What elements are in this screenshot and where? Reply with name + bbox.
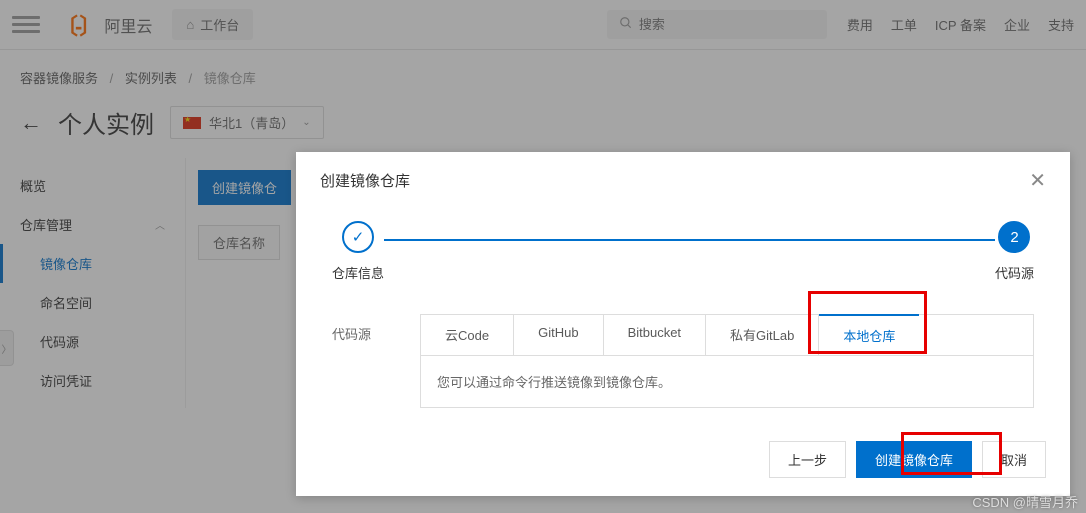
submit-button[interactable]: 创建镜像仓库 [856, 441, 972, 478]
step-connector [384, 239, 995, 241]
tab-github[interactable]: GitHub [514, 315, 603, 355]
modal-header: 创建镜像仓库 ✕ [296, 152, 1070, 209]
close-icon[interactable]: ✕ [1029, 168, 1046, 193]
form-row-source: 代码源 云Code GitHub Bitbucket 私有GitLab 本地仓库… [296, 294, 1070, 428]
tab-bitbucket[interactable]: Bitbucket [604, 315, 706, 355]
modal-create-repo: 创建镜像仓库 ✕ ✓ 仓库信息 2 代码源 代码源 云Code GitHub B… [296, 152, 1070, 496]
step-2-circle: 2 [998, 221, 1030, 253]
modal-title: 创建镜像仓库 [320, 170, 410, 191]
prev-button[interactable]: 上一步 [769, 441, 846, 478]
watermark: CSDN @晴雪月乔 [972, 492, 1078, 511]
step-1-label: 仓库信息 [332, 263, 384, 282]
tab-gitlab[interactable]: 私有GitLab [706, 315, 819, 355]
tab-local[interactable]: 本地仓库 [819, 314, 919, 355]
modal-footer: 上一步 创建镜像仓库 取消 [769, 441, 1046, 478]
step-1: ✓ 仓库信息 [332, 221, 384, 282]
tab-cloudcode[interactable]: 云Code [421, 315, 514, 355]
cancel-button[interactable]: 取消 [982, 441, 1046, 478]
form-label-source: 代码源 [332, 314, 392, 343]
tab-content: 您可以通过命令行推送镜像到镜像仓库。 [420, 355, 1034, 408]
form-content: 云Code GitHub Bitbucket 私有GitLab 本地仓库 您可以… [420, 314, 1034, 408]
step-done-icon: ✓ [342, 221, 374, 253]
steps: ✓ 仓库信息 2 代码源 [296, 209, 1070, 294]
step-2: 2 代码源 [995, 221, 1034, 282]
step-2-label: 代码源 [995, 263, 1034, 282]
source-tabs: 云Code GitHub Bitbucket 私有GitLab 本地仓库 [420, 314, 1034, 355]
